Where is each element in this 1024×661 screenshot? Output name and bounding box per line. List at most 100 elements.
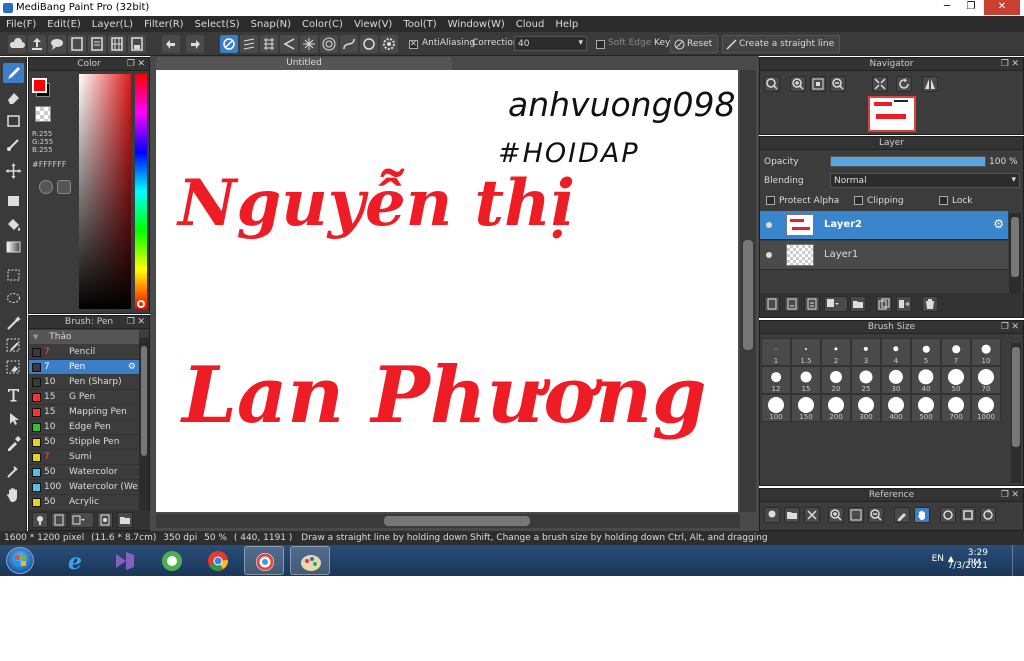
brush-size-option[interactable]: 1 (761, 338, 791, 366)
menu-window[interactable]: Window(W) (442, 16, 510, 31)
gradation-tool-icon[interactable] (3, 237, 24, 257)
operation-tool-icon[interactable] (3, 409, 24, 429)
color-palette-icon[interactable] (39, 180, 53, 194)
correction-select[interactable]: 40 ▾ (514, 36, 587, 51)
soft-edge-checkbox[interactable] (596, 40, 605, 49)
scroll-thumb[interactable] (1012, 347, 1020, 447)
menu-edit[interactable]: Edit(E) (41, 16, 86, 31)
show-desktop-button[interactable] (1012, 545, 1024, 576)
zoom-in-plus-icon[interactable] (790, 76, 806, 92)
trash-icon[interactable] (922, 296, 938, 312)
zoom-out-icon[interactable] (830, 76, 846, 92)
menu-file[interactable]: File(F) (0, 16, 41, 31)
menu-help[interactable]: Help (549, 16, 583, 31)
close-icon[interactable]: ✕ (1011, 489, 1019, 502)
lasso-tool-icon[interactable] (3, 289, 24, 309)
snap-settings-gear-icon[interactable] (380, 35, 398, 53)
reference-rotate-right-icon[interactable] (980, 507, 996, 523)
close-icon[interactable]: ✕ (1011, 321, 1019, 334)
eraser-tool-icon[interactable] (3, 87, 24, 107)
brush-item-acrylic[interactable]: 50 Acrylic (29, 495, 139, 509)
copy-brush-icon[interactable] (97, 512, 113, 528)
brush-size-option[interactable]: 30 (881, 366, 911, 394)
duplicate-layer-icon[interactable] (876, 296, 892, 312)
brush-settings-gear-icon[interactable]: ⚙ (128, 360, 136, 375)
brush-size-option[interactable]: 4 (881, 338, 911, 366)
text-tool-icon[interactable] (3, 385, 24, 405)
brush-item-edge-pen[interactable]: 10 Edge Pen (29, 420, 139, 435)
brush-size-option[interactable]: 7 (941, 338, 971, 366)
brush-list-scrollbar[interactable] (139, 338, 149, 510)
new-file-icon[interactable] (68, 35, 86, 53)
layer-visibility-icon[interactable] (766, 252, 772, 258)
taskbar-visual-studio-icon[interactable] (104, 546, 144, 575)
brush-item-watercolor[interactable]: 50 Watercolor (29, 465, 139, 480)
primary-color-swatch[interactable] (32, 78, 47, 93)
merge-layer-icon[interactable] (896, 296, 912, 312)
comment-icon[interactable] (48, 35, 66, 53)
menu-select[interactable]: Select(S) (189, 16, 245, 31)
new-brush-icon[interactable] (51, 512, 67, 528)
brush-item-pencil[interactable]: 7 Pencil (29, 345, 139, 360)
brush-size-scrollbar[interactable] (1011, 343, 1021, 483)
brush-group-header[interactable]: ▼ Thảo (29, 330, 139, 344)
save-icon[interactable] (128, 35, 146, 53)
dropper-tool-icon[interactable] (3, 461, 24, 481)
select-pen-tool-icon[interactable] (3, 335, 24, 355)
reference-folder-icon[interactable] (784, 507, 800, 523)
reset-button[interactable]: Reset (670, 35, 719, 53)
hand-tool-icon[interactable] (3, 485, 24, 505)
undock-icon[interactable]: ❐ (1001, 58, 1009, 71)
layer-row-layer2[interactable]: Layer2 ⚙ (760, 211, 1008, 240)
taskbar-paint-icon[interactable] (290, 546, 330, 575)
menu-color[interactable]: Color(C) (296, 16, 348, 31)
layer-settings-gear-icon[interactable]: ⚙ (993, 217, 1004, 231)
bucket-tool-icon[interactable] (3, 215, 24, 235)
actual-size-icon[interactable] (872, 76, 888, 92)
brush-item-pen-sharp[interactable]: 10 Pen (Sharp) (29, 375, 139, 390)
transparent-color-swatch[interactable] (35, 106, 51, 122)
brush-item-g-pen[interactable]: 15 G Pen (29, 390, 139, 405)
brush-size-option[interactable]: 40 (911, 366, 941, 394)
brush-size-option[interactable]: 100 (761, 394, 791, 422)
brush-size-option[interactable]: 50 (941, 366, 971, 394)
vanishing-point-icon[interactable] (280, 35, 298, 53)
reference-close-icon[interactable] (804, 507, 820, 523)
select-eraser-tool-icon[interactable] (3, 357, 24, 377)
circle-snap-icon[interactable] (360, 35, 378, 53)
brush-size-option[interactable]: 500 (911, 394, 941, 422)
brush-size-option[interactable]: 200 (821, 394, 851, 422)
brush-size-option[interactable]: 12 (761, 366, 791, 394)
menu-view[interactable]: View(V) (348, 16, 397, 31)
undock-icon[interactable]: ❐ (1001, 489, 1009, 502)
new-layer-icon[interactable] (764, 296, 780, 312)
reference-rotate-left-icon[interactable] (940, 507, 956, 523)
close-icon[interactable]: ✕ (137, 58, 145, 71)
taskbar-ie-icon[interactable]: e (56, 546, 96, 575)
protect-alpha-checkbox[interactable] (766, 196, 775, 205)
curve-snap-icon[interactable] (340, 35, 358, 53)
close-icon[interactable]: ✕ (1011, 58, 1019, 71)
brush-size-option[interactable]: 400 (881, 394, 911, 422)
reference-reset-rotation-icon[interactable] (960, 507, 976, 523)
flip-icon[interactable] (922, 76, 938, 92)
brush-size-option[interactable]: 3 (851, 338, 881, 366)
taskbar-medibang-icon[interactable] (244, 546, 284, 575)
brush-size-option[interactable]: 700 (941, 394, 971, 422)
menu-tool[interactable]: Tool(T) (397, 16, 441, 31)
layer-row-layer1[interactable]: Layer1 (760, 241, 1008, 270)
vertical-scroll-thumb[interactable] (743, 240, 753, 350)
parallel-snap-icon[interactable] (240, 35, 258, 53)
lock-checkbox[interactable] (939, 196, 948, 205)
cloud-icon[interactable] (8, 35, 26, 53)
menu-layer[interactable]: Layer(L) (86, 16, 138, 31)
color-history-icon[interactable] (57, 180, 71, 194)
radial-snap-icon[interactable] (300, 35, 318, 53)
canvas-vertical-scrollbar[interactable] (740, 70, 756, 512)
rectangle-tool-icon[interactable] (3, 111, 24, 131)
create-straight-line-button[interactable]: Create a straight line (722, 35, 841, 53)
horizontal-scroll-thumb[interactable] (384, 516, 530, 526)
undock-icon[interactable]: ❐ (127, 316, 135, 329)
document-tab[interactable]: Untitled (156, 57, 452, 70)
brush-item-sumi[interactable]: 7 Sumi (29, 450, 139, 465)
